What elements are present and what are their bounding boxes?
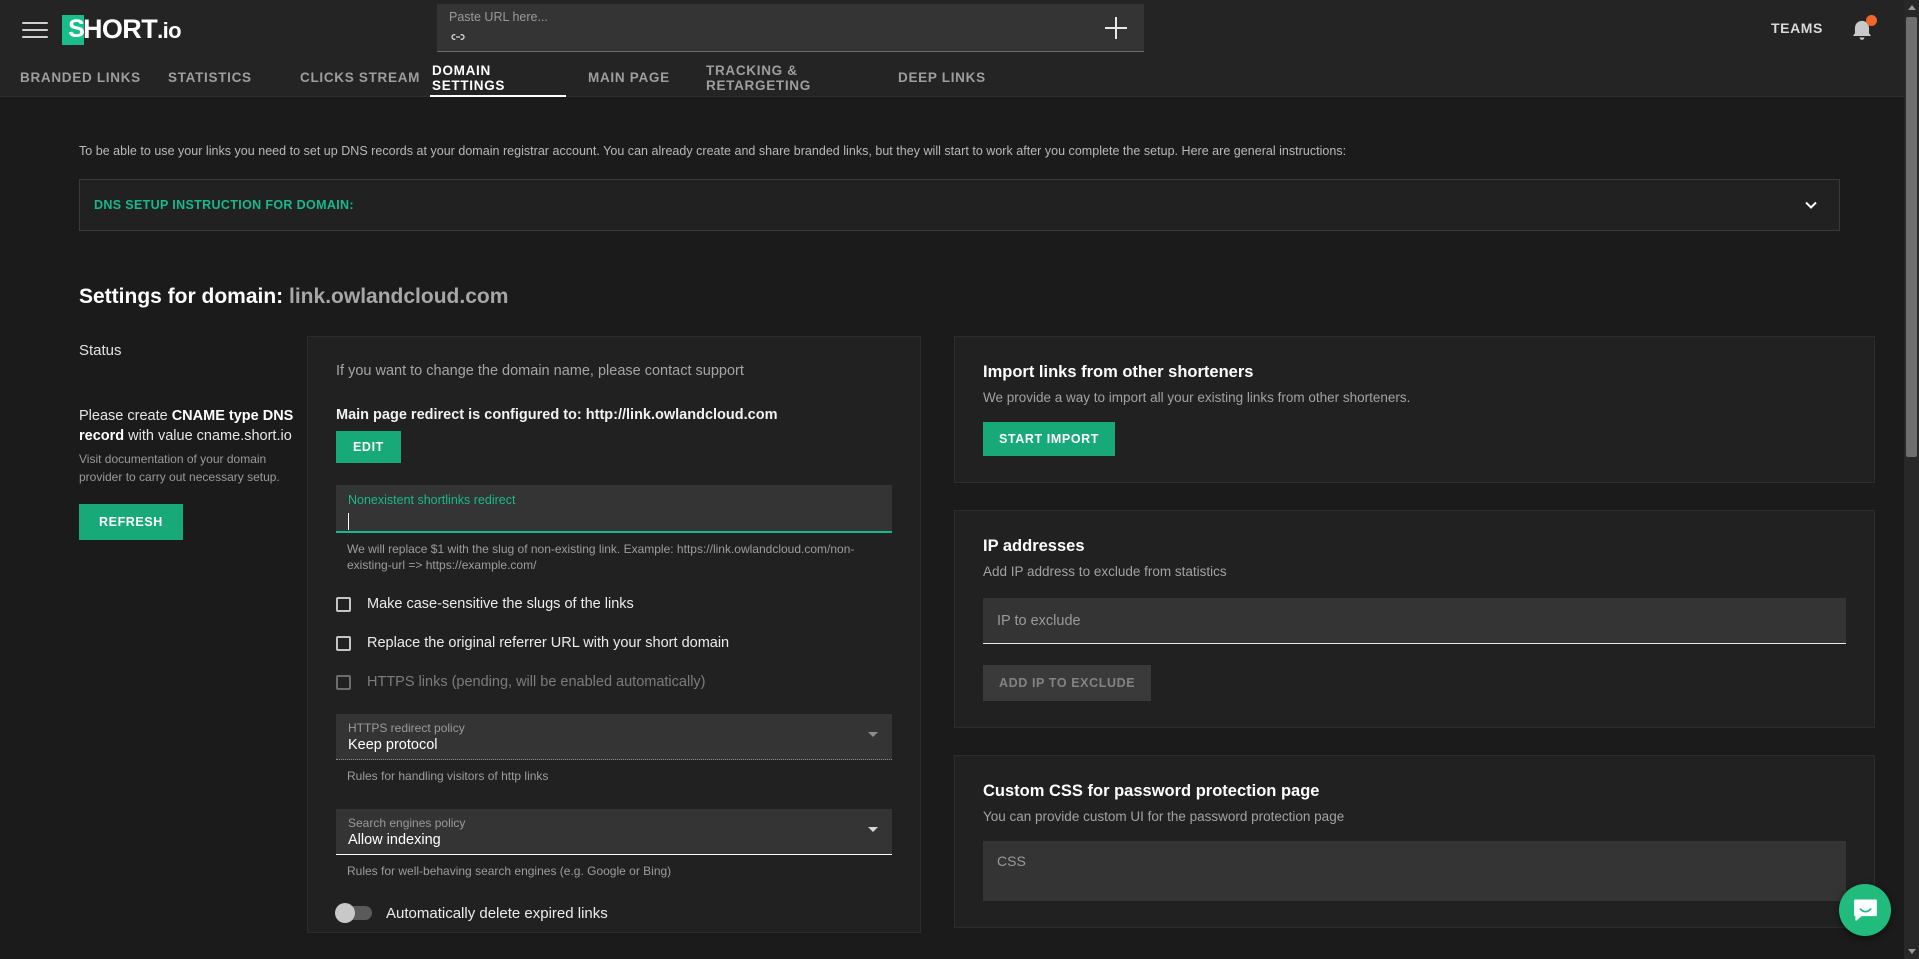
link-icon: [451, 34, 465, 40]
status-message: Please create CNAME type DNS record with…: [79, 407, 307, 446]
checkbox-row-case-sensitive[interactable]: Make case-sensitive the slugs of the lin…: [336, 596, 892, 612]
checkbox-https-links: [336, 674, 351, 690]
chevron-up-icon: [1907, 5, 1916, 10]
logo-mark-letter: S: [68, 15, 85, 43]
main-nav-tabs: BRANDED LINKS STATISTICS CLICKS STREAM D…: [0, 59, 1919, 97]
tab-deep-links[interactable]: DEEP LINKS: [896, 59, 1016, 96]
page-title: Settings for domain: link.owlandcloud.co…: [79, 285, 1919, 309]
top-bar: S HORT.io Paste URL here... TEAMS: [0, 0, 1919, 59]
edit-redirect-button[interactable]: EDIT: [336, 431, 401, 463]
ip-addresses-subtitle: Add IP address to exclude from statistic…: [983, 564, 1227, 579]
checkbox-case-sensitive[interactable]: [336, 596, 351, 612]
checkbox-row-https-links: HTTPS links (pending, will be enabled au…: [336, 674, 892, 690]
https-redirect-policy-label: HTTPS redirect policy: [348, 721, 465, 736]
ip-addresses-title: IP addresses: [983, 537, 1085, 555]
checkbox-replace-referrer[interactable]: [336, 635, 351, 651]
https-redirect-policy-helper: Rules for handling visitors of http link…: [347, 769, 549, 784]
tab-statistics[interactable]: STATISTICS: [166, 59, 298, 96]
page-title-domain: link.owlandcloud.com: [289, 285, 509, 308]
page-content: To be able to use your links you need to…: [0, 97, 1919, 959]
custom-css-placeholder: CSS: [997, 853, 1026, 869]
add-ip-to-exclude-button[interactable]: ADD IP TO EXCLUDE: [983, 665, 1152, 701]
status-message-prefix: Please create: [79, 408, 172, 424]
main-page-redirect-text: Main page redirect is configured to: htt…: [336, 407, 778, 423]
import-links-card: Import links from other shorteners We pr…: [954, 336, 1875, 483]
scrollbar-down-arrow[interactable]: [1904, 944, 1919, 959]
custom-css-subtitle: You can provide custom UI for the passwo…: [983, 809, 1345, 824]
start-import-button[interactable]: START IMPORT: [983, 422, 1116, 456]
tab-tracking-retargeting[interactable]: TRACKING & RETARGETING: [704, 59, 896, 96]
ip-to-exclude-input[interactable]: IP to exclude: [983, 598, 1846, 644]
search-engines-policy-value: Allow indexing: [348, 831, 441, 848]
tab-main-page[interactable]: MAIN PAGE: [586, 59, 704, 96]
ip-to-exclude-placeholder: IP to exclude: [997, 612, 1081, 629]
scrollbar-up-arrow[interactable]: [1904, 0, 1919, 15]
chevron-down-icon[interactable]: [1801, 195, 1821, 215]
status-message-suffix: with value cname.short.io: [124, 427, 292, 444]
url-input-container[interactable]: Paste URL here...: [437, 4, 1144, 52]
dns-setup-instruction-panel[interactable]: DNS SETUP INSTRUCTION FOR DOMAIN:: [79, 179, 1840, 231]
ip-addresses-card: IP addresses Add IP address to exclude f…: [954, 510, 1875, 728]
status-heading: Status: [79, 342, 122, 359]
hamburger-bar: [22, 35, 48, 38]
nonexistent-shortlinks-field[interactable]: Nonexistent shortlinks redirect: [336, 485, 892, 533]
chevron-down-icon[interactable]: [868, 732, 878, 738]
chat-launcher-button[interactable]: [1839, 884, 1891, 936]
logo-text: HORT.io: [83, 14, 182, 44]
status-column: Status Please create CNAME type DNS reco…: [79, 336, 307, 541]
auto-delete-expired-links-row[interactable]: Automatically delete expired links: [335, 903, 892, 924]
search-engines-policy-helper: Rules for well-behaving search engines (…: [347, 863, 672, 878]
notifications-button[interactable]: [1849, 15, 1877, 42]
url-input-label: Paste URL here...: [449, 10, 548, 24]
checkbox-label-https-links: HTTPS links (pending, will be enabled au…: [367, 674, 706, 691]
scrollbar-thumb[interactable]: [1906, 17, 1917, 457]
contact-support-text: If you want to change the domain name, p…: [336, 363, 744, 379]
text-cursor: [348, 513, 349, 530]
hamburger-bar: [22, 28, 48, 31]
tab-domain-settings[interactable]: DOMAIN SETTINGS: [430, 59, 566, 97]
hamburger-menu-icon[interactable]: [22, 19, 48, 41]
refresh-button[interactable]: REFRESH: [79, 504, 183, 541]
import-links-title: Import links from other shorteners: [983, 363, 1254, 381]
settings-columns: Status Please create CNAME type DNS reco…: [0, 336, 1919, 933]
checkbox-label-replace-referrer: Replace the original referrer URL with y…: [367, 635, 730, 652]
page-scrollbar[interactable]: [1904, 0, 1919, 959]
nonexistent-shortlinks-input[interactable]: [348, 509, 880, 534]
https-redirect-policy-select[interactable]: HTTPS redirect policy Keep protocol: [336, 714, 892, 761]
side-column: Import links from other shorteners We pr…: [954, 336, 1875, 928]
custom-css-card: Custom CSS for password protection page …: [954, 755, 1875, 928]
auto-delete-expired-links-toggle[interactable]: [335, 903, 372, 924]
https-redirect-policy-value: Keep protocol: [348, 737, 438, 754]
domain-settings-card: If you want to change the domain name, p…: [307, 336, 921, 933]
logo-mark: S: [62, 14, 85, 45]
auto-delete-expired-links-label: Automatically delete expired links: [386, 904, 608, 922]
search-engines-policy-label: Search engines policy: [348, 815, 466, 830]
nonexistent-shortlinks-helper: We will replace $1 with the slug of non-…: [347, 542, 855, 573]
main-settings-column: If you want to change the domain name, p…: [307, 336, 921, 933]
teams-link[interactable]: TEAMS: [1771, 20, 1823, 36]
page-title-prefix: Settings for domain:: [79, 285, 284, 308]
intercom-chat-icon: [1853, 899, 1877, 921]
tab-clicks-stream[interactable]: CLICKS STREAM: [298, 59, 430, 96]
tab-branded-links[interactable]: BRANDED LINKS: [18, 59, 166, 96]
custom-css-textarea[interactable]: CSS: [983, 841, 1846, 901]
app-logo[interactable]: S HORT.io: [62, 13, 182, 47]
notification-badge: [1866, 15, 1877, 26]
dns-setup-instruction-label: DNS SETUP INSTRUCTION FOR DOMAIN:: [94, 198, 354, 212]
custom-css-title: Custom CSS for password protection page: [983, 782, 1320, 800]
logo-text-suffix: .io: [157, 18, 181, 43]
status-sub-text: Visit documentation of your domain provi…: [79, 452, 280, 484]
search-engines-policy-select[interactable]: Search engines policy Allow indexing: [336, 808, 892, 855]
hamburger-bar: [22, 21, 48, 24]
nonexistent-shortlinks-label: Nonexistent shortlinks redirect: [348, 493, 516, 507]
intro-text: To be able to use your links you need to…: [79, 144, 1347, 158]
checkbox-row-replace-referrer[interactable]: Replace the original referrer URL with y…: [336, 635, 892, 651]
chevron-down-icon: [1907, 949, 1916, 954]
checkbox-label-case-sensitive: Make case-sensitive the slugs of the lin…: [367, 596, 634, 613]
chevron-down-icon[interactable]: [868, 826, 878, 832]
import-links-subtitle: We provide a way to import all your exis…: [983, 390, 1411, 405]
logo-text-main: HORT: [83, 14, 158, 44]
add-link-button[interactable]: [1104, 16, 1128, 40]
